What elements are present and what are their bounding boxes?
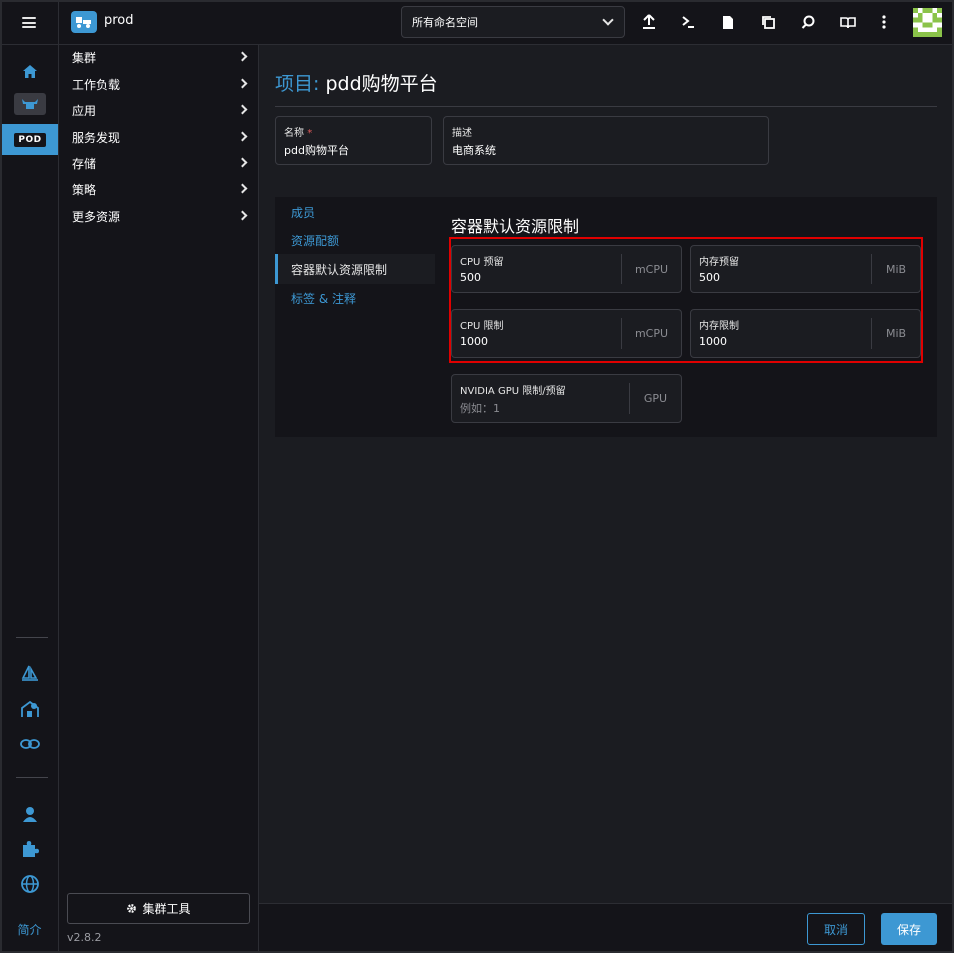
sidenav-item-label: 集群 [72, 51, 97, 65]
cluster-tools-button[interactable]: 集群工具 [67, 893, 250, 924]
sidenav-item-storage[interactable]: 存储 [72, 155, 252, 175]
sidenav-item-workload[interactable]: 工作负载 [72, 76, 252, 96]
namespace-selected-value: 所有命名空间 [412, 16, 478, 29]
section-title: 容器默认资源限制 [451, 217, 580, 236]
name-field[interactable]: 名称 * pdd购物平台 [275, 116, 432, 165]
chevron-right-icon [237, 51, 248, 62]
chevron-right-icon [237, 78, 248, 89]
rail-divider [16, 637, 48, 638]
sidenav-item-label: 服务发现 [72, 131, 121, 145]
pod-label: POD [14, 132, 46, 147]
main-content: 项目: pdd购物平台 名称 * pdd购物平台 描述 电商系统 成员 资源配额… [259, 45, 954, 953]
chevron-right-icon [237, 210, 248, 221]
rancher-cow-icon[interactable] [14, 93, 46, 115]
description-field[interactable]: 描述 电商系统 [443, 116, 769, 165]
version-label: v2.8.2 [67, 931, 102, 944]
tab-members[interactable]: 成员 [275, 197, 435, 227]
copy-icon[interactable] [758, 12, 778, 32]
sidenav-item-label: 更多资源 [72, 210, 121, 224]
gpu-limit-unit: GPU [629, 383, 681, 414]
cluster-logo-icon[interactable] [71, 11, 97, 33]
sidenav-item-cluster[interactable]: 集群 [72, 49, 252, 69]
limits-panel: 容器默认资源限制 CPU 预留 500 mCPU 内存预留 500 MiB CP… [435, 197, 937, 437]
chevron-right-icon [237, 104, 248, 115]
rail-item-pod[interactable]: POD [2, 124, 58, 155]
cancel-button[interactable]: 取消 [807, 913, 865, 945]
side-nav: 集群 工作负载 应用 服务发现 存储 策略 更多资源 集群工具 v2.8.2 [59, 45, 259, 953]
file-icon[interactable] [718, 12, 738, 32]
sidenav-item-label: 工作负载 [72, 78, 121, 92]
search-icon[interactable] [798, 12, 818, 32]
top-header: prod 所有命名空间 [0, 0, 954, 45]
highlight-box [449, 237, 923, 363]
chevron-right-icon [237, 157, 248, 168]
sidenav-item-label: 策略 [72, 183, 97, 197]
side-tabs: 成员 资源配额 容器默认资源限制 标签 & 注释 [275, 197, 435, 437]
sidenav-item-apps[interactable]: 应用 [72, 102, 252, 122]
sidenav-item-policy[interactable]: 策略 [72, 181, 252, 201]
name-field-value: pdd购物平台 [284, 144, 349, 157]
save-button[interactable]: 保存 [881, 913, 937, 945]
page-title-prefix[interactable]: 项目: [275, 73, 319, 95]
more-vertical-icon[interactable] [874, 12, 894, 32]
link-chain-icon[interactable] [0, 733, 59, 755]
namespace-select[interactable]: 所有命名空间 [401, 6, 625, 38]
globe-icon[interactable] [0, 873, 59, 895]
sidenav-item-label: 应用 [72, 104, 97, 118]
form-footer: 取消 保存 [259, 903, 954, 953]
app-rail: POD 简介 [0, 45, 59, 953]
tab-container-default-limits[interactable]: 容器默认资源限制 [275, 254, 435, 284]
sailboat-icon[interactable] [0, 663, 59, 685]
chevron-right-icon [237, 131, 248, 142]
description-field-label: 描述 [452, 128, 472, 139]
sidenav-item-service-discovery[interactable]: 服务发现 [72, 129, 252, 149]
user-icon[interactable] [0, 803, 59, 825]
tab-labels-annotations[interactable]: 标签 & 注释 [275, 283, 435, 313]
fleet-icon[interactable] [0, 698, 59, 720]
sidenav-item-label: 存储 [72, 157, 97, 171]
home-icon[interactable] [0, 61, 59, 81]
chevron-down-icon [602, 14, 614, 26]
name-field-label: 名称 * [284, 128, 313, 139]
cluster-tools-label: 集群工具 [142, 902, 191, 916]
gpu-limit-label: NVIDIA GPU 限制/预留 [460, 386, 566, 397]
book-icon[interactable] [838, 12, 858, 32]
gpu-limit-field[interactable]: NVIDIA GPU 限制/预留 例如：1 GPU [451, 374, 682, 423]
chevron-right-icon [237, 183, 248, 194]
gpu-limit-placeholder: 例如：1 [460, 402, 500, 415]
page-title: 项目: pdd购物平台 [275, 69, 438, 96]
gear-icon [127, 904, 137, 913]
sidenav-item-more-resources[interactable]: 更多资源 [72, 208, 252, 228]
hamburger-icon [22, 17, 36, 28]
description-field-value: 电商系统 [452, 144, 496, 157]
puzzle-extension-icon[interactable] [0, 838, 59, 860]
terminal-icon[interactable] [678, 12, 698, 32]
upload-icon[interactable] [639, 12, 659, 32]
tab-resource-quota[interactable]: 资源配额 [275, 225, 435, 255]
menu-toggle-button[interactable] [0, 0, 59, 45]
user-avatar[interactable] [913, 8, 942, 37]
cluster-name[interactable]: prod [104, 13, 134, 28]
about-link[interactable]: 简介 [0, 921, 59, 938]
title-divider [275, 106, 937, 107]
page-title-name: pdd购物平台 [325, 73, 438, 95]
rail-divider [16, 777, 48, 778]
